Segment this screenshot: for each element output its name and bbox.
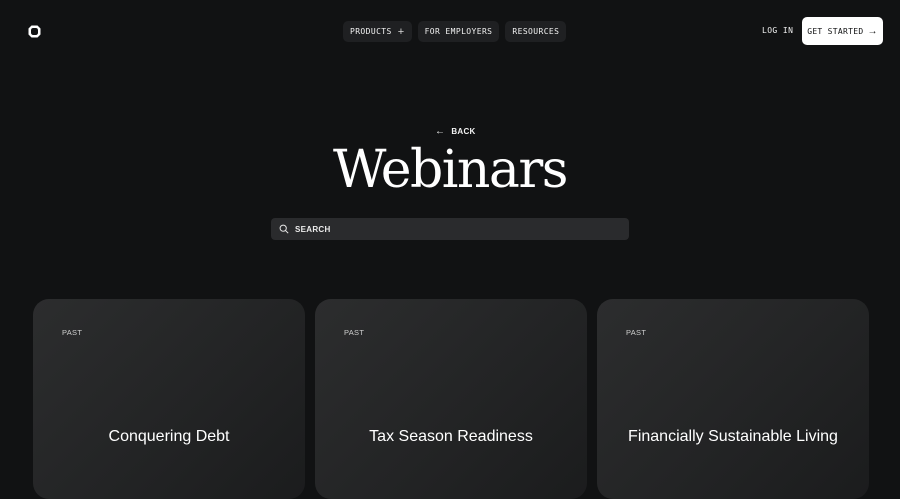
webinar-title: Financially Sustainable Living xyxy=(628,428,838,445)
nav-resources-button[interactable]: RESOURCES xyxy=(505,21,567,42)
webinar-title: Conquering Debt xyxy=(108,428,230,445)
webinar-card[interactable]: PAST Financially Sustainable Living xyxy=(597,299,869,499)
search-input[interactable] xyxy=(295,224,595,234)
arrow-right-icon: → xyxy=(867,25,878,37)
page-title: Webinars xyxy=(333,140,568,200)
search-icon xyxy=(279,224,289,234)
status-badge: PAST xyxy=(344,328,365,337)
back-label: BACK xyxy=(451,127,476,136)
plus-icon: + xyxy=(397,25,405,38)
arrow-left-icon: ← xyxy=(435,126,446,137)
search-bar[interactable] xyxy=(271,218,629,240)
webinar-title: Tax Season Readiness xyxy=(369,428,533,445)
nav-for-employers-button[interactable]: FOR EMPLOYERS xyxy=(417,21,500,42)
webinar-card[interactable]: PAST Conquering Debt xyxy=(33,299,305,499)
main-nav: PRODUCTS + FOR EMPLOYERS RESOURCES xyxy=(343,21,567,42)
logo-icon[interactable] xyxy=(28,25,41,38)
get-started-button[interactable]: GET STARTED → xyxy=(802,17,883,45)
nav-products-label: PRODUCTS xyxy=(350,27,392,36)
nav-for-employers-label: FOR EMPLOYERS xyxy=(424,27,493,36)
nav-resources-label: RESOURCES xyxy=(512,27,560,36)
nav-products-button[interactable]: PRODUCTS + xyxy=(343,21,412,42)
webinar-cards: PAST Conquering Debt PAST Tax Season Rea… xyxy=(33,299,869,499)
status-badge: PAST xyxy=(62,328,83,337)
webinar-card[interactable]: PAST Tax Season Readiness xyxy=(315,299,587,499)
status-badge: PAST xyxy=(626,328,647,337)
login-link[interactable]: LOG IN xyxy=(762,26,793,35)
back-link[interactable]: ← BACK xyxy=(435,126,476,137)
get-started-label: GET STARTED xyxy=(807,26,864,36)
